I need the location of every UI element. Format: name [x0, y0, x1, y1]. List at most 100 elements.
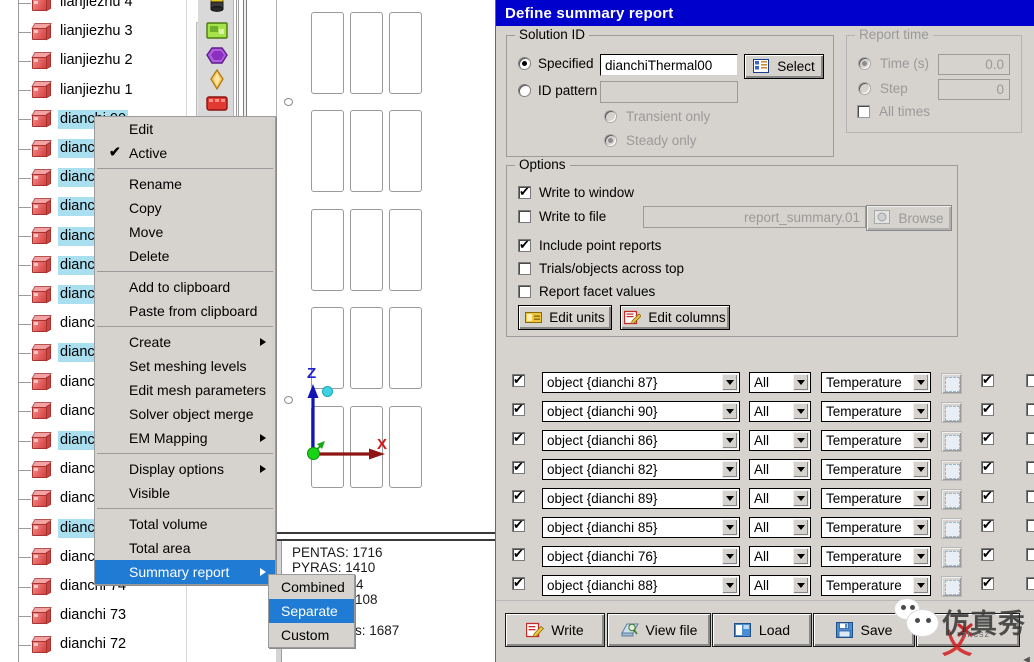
row-enable-checkbox[interactable]	[512, 546, 525, 561]
context-menu-item[interactable]: ✔ Active	[95, 141, 275, 165]
context-menu-item[interactable]: Display options	[95, 457, 275, 481]
row-enable-checkbox[interactable]	[512, 372, 525, 387]
load-button[interactable]: Load	[712, 613, 812, 647]
submenu-item[interactable]: Separate	[269, 599, 354, 623]
block-tool-icon[interactable]	[205, 93, 229, 114]
chevron-down-icon[interactable]	[913, 403, 929, 420]
context-menu-item[interactable]: Add to clipboard	[95, 275, 275, 299]
chevron-down-icon[interactable]	[913, 519, 929, 536]
context-menu-item[interactable]: Copy	[95, 196, 275, 220]
sides-select[interactable]: All	[749, 372, 811, 393]
diamond-tool-icon[interactable]	[205, 68, 229, 91]
row-extra-checkbox[interactable]	[1026, 461, 1034, 474]
table-row[interactable]: object {dianchi 87} All Temperature	[496, 370, 1034, 399]
row-extra-checkbox[interactable]	[1026, 519, 1034, 532]
sides-select[interactable]: All	[749, 488, 811, 509]
context-menu-item[interactable]: Summary report	[95, 560, 275, 584]
chevron-down-icon[interactable]	[722, 461, 738, 478]
context-menu-item[interactable]: Edit mesh parameters	[95, 378, 275, 402]
edit-units-button[interactable]: Edit units	[518, 305, 612, 330]
chevron-down-icon[interactable]	[722, 374, 738, 391]
id-pattern-input[interactable]	[600, 81, 738, 103]
context-menu-item[interactable]: Delete	[95, 244, 275, 268]
chevron-down-icon[interactable]	[722, 519, 738, 536]
chevron-down-icon[interactable]	[793, 519, 809, 536]
view-file-button[interactable]: View file	[607, 613, 711, 647]
context-menu-item[interactable]: Edit	[95, 117, 275, 141]
row-enable-checkbox[interactable]	[512, 401, 525, 416]
close-button[interactable]	[916, 613, 1020, 647]
polygon-tool-icon[interactable]	[205, 45, 229, 66]
chevron-down-icon[interactable]	[793, 432, 809, 449]
transient-only-radio[interactable]	[604, 110, 617, 123]
trials-across-top-checkbox[interactable]	[518, 262, 531, 275]
submenu-item[interactable]: Combined	[269, 575, 354, 599]
value-select[interactable]: Temperature	[821, 517, 931, 538]
row-comb-checkbox[interactable]	[981, 401, 994, 416]
solution-id-input[interactable]: dianchiThermal00	[600, 54, 738, 76]
chevron-down-icon[interactable]	[722, 403, 738, 420]
chevron-down-icon[interactable]	[793, 461, 809, 478]
table-row[interactable]: object {dianchi 82} All Temperature	[496, 457, 1034, 486]
chevron-down-icon[interactable]	[793, 374, 809, 391]
context-menu-item[interactable]: EM Mapping	[95, 426, 275, 450]
sides-select[interactable]: All	[749, 430, 811, 451]
row-extra-checkbox[interactable]	[1026, 577, 1034, 590]
chevron-down-icon[interactable]	[722, 577, 738, 594]
row-edit-button[interactable]	[941, 402, 962, 423]
save-button[interactable]: Save	[813, 613, 915, 647]
chevron-down-icon[interactable]	[913, 432, 929, 449]
context-menu-item[interactable]: Rename	[95, 172, 275, 196]
table-row[interactable]: object {dianchi 85} All Temperature	[496, 515, 1034, 544]
tree-item[interactable]: lianjiezhu 2	[0, 46, 196, 76]
row-enable-checkbox[interactable]	[512, 488, 525, 503]
context-menu-item[interactable]: Set meshing levels	[95, 354, 275, 378]
object-type-toolbar[interactable]	[198, 0, 234, 121]
select-solution-button[interactable]: Select	[744, 54, 824, 79]
object-select[interactable]: object {dianchi 85}	[542, 517, 740, 538]
value-select[interactable]: Temperature	[821, 575, 931, 596]
object-table-body[interactable]: object {dianchi 87}AllTemperature object …	[496, 370, 1034, 597]
cylinder-tool-icon[interactable]	[205, 0, 229, 13]
write-to-window-checkbox[interactable]	[518, 184, 531, 199]
chevron-down-icon[interactable]	[722, 490, 738, 507]
row-comb-checkbox[interactable]	[981, 430, 994, 445]
value-select[interactable]: Temperature	[821, 546, 931, 567]
write-button[interactable]: Write	[505, 613, 605, 647]
specified-radio[interactable]	[518, 57, 531, 70]
row-edit-button[interactable]	[941, 518, 962, 539]
object-select[interactable]: object {dianchi 76}	[542, 546, 740, 567]
sides-select[interactable]: All	[749, 401, 811, 422]
table-row[interactable]: object {dianchi 76} All Temperature	[496, 544, 1034, 573]
chevron-down-icon[interactable]	[793, 548, 809, 565]
tree-item[interactable]: lianjiezhu 4	[0, 0, 196, 18]
context-menu-item[interactable]: Create	[95, 330, 275, 354]
tree-item[interactable]: lianjiezhu 3	[0, 17, 196, 47]
table-row[interactable]: object {dianchi 88} All Temperature	[496, 573, 1034, 597]
table-row[interactable]: object {dianchi 89} All Temperature	[496, 486, 1034, 515]
row-edit-button[interactable]	[941, 576, 962, 597]
row-extra-checkbox[interactable]	[1026, 490, 1034, 503]
row-comb-checkbox[interactable]	[981, 546, 994, 561]
steady-only-radio[interactable]	[604, 134, 617, 147]
row-enable-checkbox[interactable]	[512, 459, 525, 474]
object-select[interactable]: object {dianchi 82}	[542, 459, 740, 480]
object-context-menu[interactable]: Edit ✔ Active Rename Copy Move Delete Add to cl…	[94, 116, 276, 585]
summary-report-submenu[interactable]: Combined Separate Custom	[268, 574, 355, 648]
row-comb-checkbox[interactable]	[981, 488, 994, 503]
row-enable-checkbox[interactable]	[512, 517, 525, 532]
row-extra-checkbox[interactable]	[1026, 432, 1034, 445]
table-row[interactable]: object {dianchi 86} All Temperature	[496, 428, 1034, 457]
report-time-step-radio[interactable]	[858, 82, 871, 95]
chevron-down-icon[interactable]	[913, 461, 929, 478]
write-to-file-checkbox[interactable]	[518, 210, 531, 223]
row-extra-checkbox[interactable]	[1026, 403, 1034, 416]
report-time-time-input[interactable]: 0.0	[938, 54, 1010, 75]
object-select[interactable]: object {dianchi 86}	[542, 430, 740, 451]
chevron-down-icon[interactable]	[913, 548, 929, 565]
row-comb-checkbox[interactable]	[981, 575, 994, 590]
edit-columns-button[interactable]: Edit columns	[620, 305, 730, 330]
object-select[interactable]: object {dianchi 89}	[542, 488, 740, 509]
row-edit-button[interactable]	[941, 489, 962, 510]
include-point-reports-checkbox[interactable]	[518, 237, 531, 252]
